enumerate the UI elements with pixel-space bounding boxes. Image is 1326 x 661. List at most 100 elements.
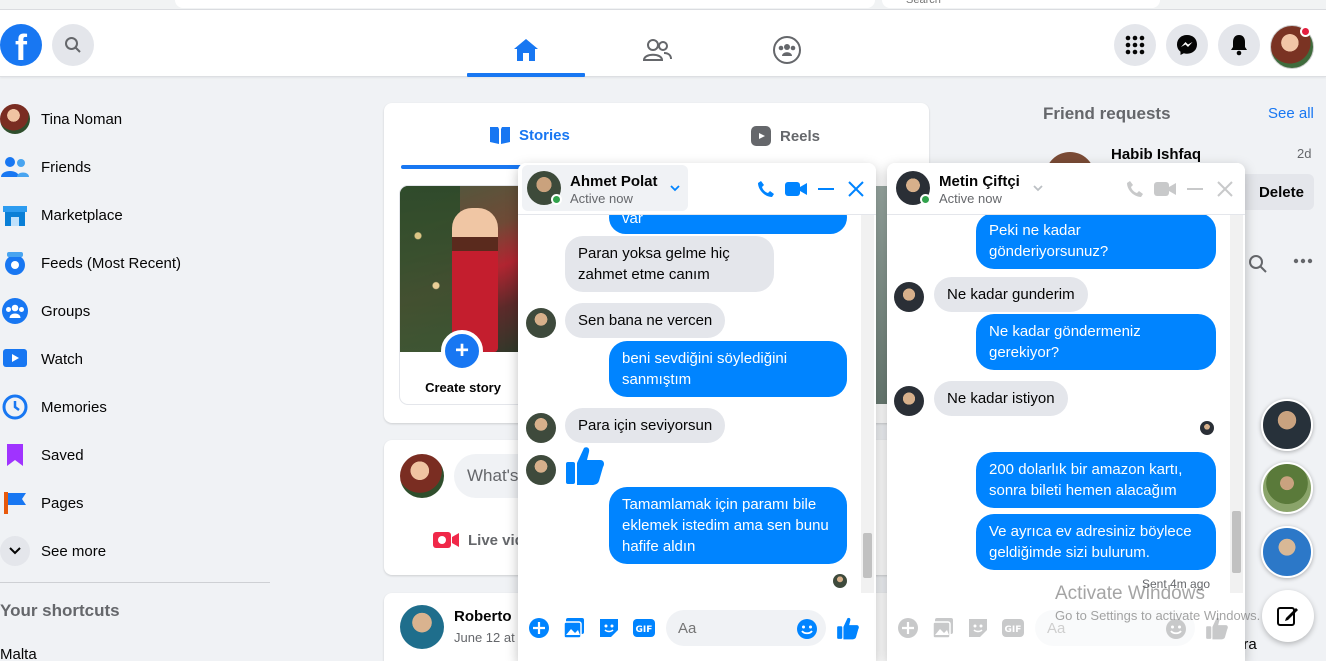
create-story-plus-icon[interactable]: +: [441, 330, 483, 372]
more-actions-button[interactable]: [895, 615, 921, 641]
scrollbar-thumb[interactable]: [1232, 511, 1241, 573]
nav-home[interactable]: [467, 26, 585, 74]
chevron-down-icon[interactable]: [1033, 185, 1043, 192]
audio-call-button[interactable]: [1123, 177, 1147, 201]
close-chat-button[interactable]: [1213, 177, 1237, 201]
message-bubble-in[interactable]: Ne kadar gunderim: [934, 277, 1088, 312]
sidebar-item-see-more[interactable]: See more: [0, 531, 270, 571]
message-bubble-out[interactable]: Tamamlamak için paramı bile eklemek iste…: [609, 487, 847, 564]
sidebar-item-label: Groups: [41, 302, 91, 320]
video-call-button[interactable]: [1153, 177, 1177, 201]
groups-icon: [2, 298, 28, 324]
chat-scrollbar[interactable]: [1230, 215, 1243, 593]
chat-messages: var Paran yoksa gelme hiç zahmet etme ca…: [518, 215, 876, 593]
chat-contact-name: Metin Çiftçi: [939, 173, 1020, 190]
message-bubble-out[interactable]: 200 dolarlık bir amazon kartı, sonra bil…: [976, 452, 1216, 508]
audio-call-button[interactable]: [754, 177, 778, 201]
close-icon: [1217, 181, 1233, 197]
gif-icon: GIF: [633, 619, 655, 637]
more-options-icon[interactable]: [1293, 258, 1313, 264]
emoji-icon[interactable]: [796, 618, 818, 640]
sidebar-item-pages[interactable]: Pages: [0, 483, 270, 523]
live-video-icon: [433, 532, 459, 548]
photo-icon: [932, 618, 953, 639]
sidebar-item-saved[interactable]: Saved: [0, 435, 270, 475]
chat-head-contact-1[interactable]: [1261, 399, 1313, 451]
message-bubble-in[interactable]: Para için seviyorsun: [565, 408, 726, 443]
activate-windows-watermark: Activate Windows: [1055, 583, 1205, 604]
message-bubble-in[interactable]: Sen bana ne vercen: [565, 303, 726, 338]
search-button[interactable]: [52, 24, 94, 66]
search-icon: [65, 37, 81, 53]
sidebar-item-watch[interactable]: Watch: [0, 339, 270, 379]
request-age: 2d: [1297, 146, 1312, 161]
sticker-icon: [600, 619, 618, 637]
sidebar-item-marketplace[interactable]: Marketplace: [0, 195, 270, 235]
like-sticker-icon[interactable]: [564, 444, 606, 486]
chat-head-contact-2[interactable]: [1261, 462, 1313, 514]
menu-button[interactable]: [1114, 24, 1156, 66]
scrollbar-thumb[interactable]: [863, 533, 872, 578]
messenger-button[interactable]: [1166, 24, 1208, 66]
tab-stories[interactable]: Stories: [489, 125, 570, 145]
video-camera-icon: [1154, 182, 1176, 196]
message-bubble-out[interactable]: Peki ne kadar gönderiyorsunuz?: [976, 215, 1216, 269]
post-date[interactable]: June 12 at: [454, 630, 515, 645]
top-navigation-bar: f: [0, 10, 1326, 77]
new-message-button[interactable]: [1262, 590, 1314, 642]
sidebar-item-friends[interactable]: Friends: [0, 147, 270, 187]
chevron-down-icon[interactable]: [670, 185, 680, 192]
sidebar-item-memories[interactable]: Memories: [0, 387, 270, 427]
nav-friends[interactable]: [598, 26, 716, 74]
minimize-chat-button[interactable]: [1183, 177, 1207, 201]
tab-reels[interactable]: Reels: [750, 125, 820, 147]
sender-avatar: [526, 308, 556, 338]
gif-button[interactable]: GIF: [1000, 615, 1026, 641]
chat-scrollbar[interactable]: [861, 215, 874, 593]
video-camera-icon: [785, 182, 807, 196]
gif-button[interactable]: GIF: [631, 615, 657, 641]
search-icon[interactable]: [1248, 254, 1268, 274]
shortcut-item-malta[interactable]: Malta: [0, 646, 37, 661]
send-like-button[interactable]: [835, 615, 861, 641]
message-bubble-in[interactable]: Ne kadar istiyon: [934, 381, 1068, 416]
live-video-button[interactable]: Live vid: [432, 530, 524, 550]
more-actions-button[interactable]: [526, 615, 552, 641]
message-input-wrapper: [666, 610, 826, 646]
message-bubble-out[interactable]: var: [609, 215, 847, 234]
chat-head-contact-3[interactable]: [1261, 526, 1313, 578]
memories-icon: [2, 394, 28, 420]
sidebar-item-feeds[interactable]: Feeds (Most Recent): [0, 243, 270, 283]
sticker-button[interactable]: [596, 615, 622, 641]
request-name[interactable]: Habib Ishfaq: [1111, 146, 1201, 163]
minimize-chat-button[interactable]: [814, 177, 838, 201]
sidebar-item-label: See more: [41, 542, 107, 560]
attach-photo-button[interactable]: [930, 615, 956, 641]
see-all-link[interactable]: See all: [1268, 105, 1314, 122]
message-bubble-out[interactable]: Ne kadar göndermeniz gerekiyor?: [976, 314, 1216, 370]
chat-composer: GIF: [518, 603, 876, 653]
nav-groups[interactable]: [728, 26, 846, 74]
browser-search-box[interactable]: Search: [882, 0, 1160, 8]
notifications-button[interactable]: [1218, 24, 1260, 66]
post-author-avatar[interactable]: [400, 605, 444, 649]
close-chat-button[interactable]: [844, 177, 868, 201]
video-call-button[interactable]: [784, 177, 808, 201]
chat-window-ahmet: Ahmet Polat Active now var Paran yoksa g…: [518, 163, 876, 661]
post-author-name[interactable]: Roberto: [454, 608, 512, 625]
story-photo: [400, 186, 526, 352]
message-bubble-out[interactable]: Ve ayrıca ev adresiniz böylece geldiğimd…: [976, 514, 1216, 570]
message-bubble-in[interactable]: Paran yoksa gelme hiç zahmet etme canım: [565, 236, 774, 292]
address-bar[interactable]: [175, 0, 875, 8]
activate-windows-subtitle: Go to Settings to activate Windows.: [1055, 608, 1261, 623]
sidebar-item-profile[interactable]: Tina Noman: [0, 99, 270, 139]
friends-icon: [1, 157, 29, 177]
message-bubble-out[interactable]: beni sevdiğini söylediğini sanmıştım: [609, 341, 847, 397]
sidebar-item-groups[interactable]: Groups: [0, 291, 270, 331]
sticker-button[interactable]: [965, 615, 991, 641]
attach-photo-button[interactable]: [561, 615, 587, 641]
facebook-logo[interactable]: f: [0, 24, 42, 66]
create-story-label: Create story: [425, 380, 501, 395]
messenger-icon: [1177, 35, 1197, 55]
home-icon: [514, 39, 538, 61]
